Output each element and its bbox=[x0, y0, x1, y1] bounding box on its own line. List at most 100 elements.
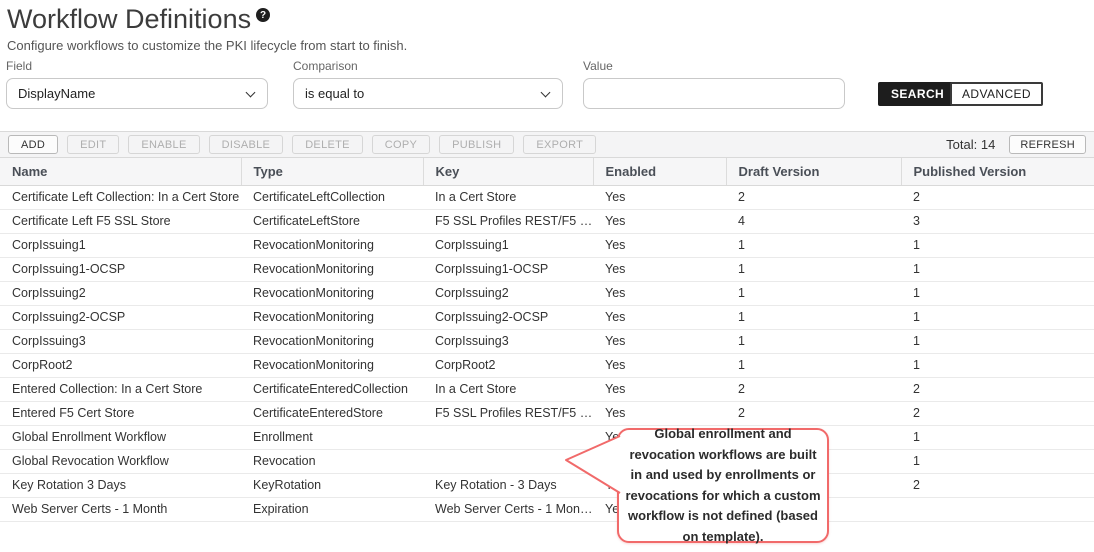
cell-type: RevocationMonitoring bbox=[241, 257, 423, 281]
table-row[interactable]: Global Revocation WorkflowRevocationYes1 bbox=[0, 449, 1094, 473]
table-row[interactable]: CorpRoot2RevocationMonitoringCorpRoot2Ye… bbox=[0, 353, 1094, 377]
cell-type: Enrollment bbox=[241, 425, 423, 449]
cell-key: CorpIssuing2 bbox=[423, 281, 593, 305]
table-row[interactable]: Web Server Certs - 1 MonthExpirationWeb … bbox=[0, 497, 1094, 521]
cell-type: Expiration bbox=[241, 497, 423, 521]
annotation-callout: Global enrollment and revocation workflo… bbox=[617, 428, 829, 543]
cell-published-version: 1 bbox=[901, 257, 1094, 281]
cell-name: Global Revocation Workflow bbox=[0, 449, 241, 473]
cell-enabled: Yes bbox=[593, 209, 726, 233]
cell-type: RevocationMonitoring bbox=[241, 353, 423, 377]
cell-type: CertificateLeftStore bbox=[241, 209, 423, 233]
advanced-button[interactable]: ADVANCED bbox=[950, 82, 1043, 106]
search-button[interactable]: SEARCH bbox=[878, 82, 957, 106]
cell-published-version: 1 bbox=[901, 353, 1094, 377]
cell-type: RevocationMonitoring bbox=[241, 305, 423, 329]
cell-published-version bbox=[901, 497, 1094, 521]
cell-key: In a Cert Store bbox=[423, 377, 593, 401]
callout-arrow bbox=[556, 429, 622, 499]
table-row[interactable]: CorpIssuing3RevocationMonitoringCorpIssu… bbox=[0, 329, 1094, 353]
cell-key: Web Server Certs - 1 Month … bbox=[423, 497, 593, 521]
table-row[interactable]: CorpIssuing2RevocationMonitoringCorpIssu… bbox=[0, 281, 1094, 305]
column-header-name[interactable]: Name bbox=[0, 158, 241, 185]
cell-name: Web Server Certs - 1 Month bbox=[0, 497, 241, 521]
cell-type: RevocationMonitoring bbox=[241, 281, 423, 305]
page-subtitle: Configure workflows to customize the PKI… bbox=[7, 38, 1094, 53]
column-header-type[interactable]: Type bbox=[241, 158, 423, 185]
toolbar-button-add[interactable]: ADD bbox=[8, 135, 58, 154]
cell-name: CorpIssuing1 bbox=[0, 233, 241, 257]
cell-name: Entered Collection: In a Cert Store bbox=[0, 377, 241, 401]
cell-published-version: 1 bbox=[901, 425, 1094, 449]
cell-draft-version: 1 bbox=[726, 257, 901, 281]
toolbar-button-export: EXPORT bbox=[523, 135, 596, 154]
table-row[interactable]: Certificate Left F5 SSL StoreCertificate… bbox=[0, 209, 1094, 233]
toolbar-button-disable: DISABLE bbox=[209, 135, 284, 154]
cell-published-version: 1 bbox=[901, 233, 1094, 257]
value-input[interactable] bbox=[583, 78, 845, 109]
cell-type: RevocationMonitoring bbox=[241, 329, 423, 353]
cell-draft-version: 1 bbox=[726, 353, 901, 377]
cell-name: CorpIssuing2 bbox=[0, 281, 241, 305]
cell-draft-version: 2 bbox=[726, 401, 901, 425]
cell-name: Key Rotation 3 Days bbox=[0, 473, 241, 497]
column-header-enabled[interactable]: Enabled bbox=[593, 158, 726, 185]
column-header-draft-version[interactable]: Draft Version bbox=[726, 158, 901, 185]
cell-enabled: Yes bbox=[593, 353, 726, 377]
refresh-button[interactable]: REFRESH bbox=[1009, 135, 1086, 154]
cell-key: CorpIssuing1-OCSP bbox=[423, 257, 593, 281]
toolbar-button-delete: DELETE bbox=[292, 135, 363, 154]
cell-draft-version: 1 bbox=[726, 329, 901, 353]
cell-enabled: Yes bbox=[593, 185, 726, 209]
table-row[interactable]: CorpIssuing1RevocationMonitoringCorpIssu… bbox=[0, 233, 1094, 257]
table-row[interactable]: Certificate Left Collection: In a Cert S… bbox=[0, 185, 1094, 209]
table-row[interactable]: Entered F5 Cert StoreCertificateEnteredS… bbox=[0, 401, 1094, 425]
cell-draft-version: 2 bbox=[726, 377, 901, 401]
cell-type: CertificateEnteredCollection bbox=[241, 377, 423, 401]
table-body: Certificate Left Collection: In a Cert S… bbox=[0, 185, 1094, 521]
cell-key: CorpRoot2 bbox=[423, 353, 593, 377]
cell-name: Certificate Left F5 SSL Store bbox=[0, 209, 241, 233]
page-header: Workflow Definitions ? Configure workflo… bbox=[0, 0, 1094, 53]
cell-type: Revocation bbox=[241, 449, 423, 473]
cell-key: CorpIssuing3 bbox=[423, 329, 593, 353]
field-label: Field bbox=[6, 59, 268, 73]
cell-type: RevocationMonitoring bbox=[241, 233, 423, 257]
cell-draft-version: 1 bbox=[726, 281, 901, 305]
cell-name: CorpIssuing2-OCSP bbox=[0, 305, 241, 329]
cell-name: Global Enrollment Workflow bbox=[0, 425, 241, 449]
table-row[interactable]: Entered Collection: In a Cert StoreCerti… bbox=[0, 377, 1094, 401]
cell-enabled: Yes bbox=[593, 377, 726, 401]
column-header-published-version[interactable]: Published Version bbox=[901, 158, 1094, 185]
grid-toolbar: ADDEDITENABLEDISABLEDELETECOPYPUBLISHEXP… bbox=[0, 131, 1094, 158]
comparison-select-value: is equal to bbox=[305, 86, 364, 101]
cell-published-version: 1 bbox=[901, 329, 1094, 353]
comparison-select[interactable]: is equal to bbox=[293, 78, 563, 109]
cell-draft-version: 4 bbox=[726, 209, 901, 233]
cell-name: Certificate Left Collection: In a Cert S… bbox=[0, 185, 241, 209]
cell-name: Entered F5 Cert Store bbox=[0, 401, 241, 425]
cell-published-version: 2 bbox=[901, 473, 1094, 497]
callout-text: Global enrollment and revocation workflo… bbox=[625, 424, 821, 547]
page-title: Workflow Definitions bbox=[7, 4, 251, 35]
cell-type: CertificateEnteredStore bbox=[241, 401, 423, 425]
column-header-key[interactable]: Key bbox=[423, 158, 593, 185]
cell-published-version: 1 bbox=[901, 449, 1094, 473]
field-select[interactable]: DisplayName bbox=[6, 78, 268, 109]
table-row[interactable]: CorpIssuing1-OCSPRevocationMonitoringCor… bbox=[0, 257, 1094, 281]
cell-draft-version: 1 bbox=[726, 233, 901, 257]
cell-name: CorpIssuing1-OCSP bbox=[0, 257, 241, 281]
table-row[interactable]: Key Rotation 3 DaysKeyRotationKey Rotati… bbox=[0, 473, 1094, 497]
table-row[interactable]: CorpIssuing2-OCSPRevocationMonitoringCor… bbox=[0, 305, 1094, 329]
cell-key: CorpIssuing2-OCSP bbox=[423, 305, 593, 329]
cell-enabled: Yes bbox=[593, 257, 726, 281]
cell-enabled: Yes bbox=[593, 329, 726, 353]
table-row[interactable]: Global Enrollment WorkflowEnrollmentYes1 bbox=[0, 425, 1094, 449]
cell-enabled: Yes bbox=[593, 233, 726, 257]
toolbar-button-edit: EDIT bbox=[67, 135, 119, 154]
value-label: Value bbox=[583, 59, 845, 73]
cell-enabled: Yes bbox=[593, 281, 726, 305]
help-icon[interactable]: ? bbox=[256, 8, 270, 22]
cell-published-version: 2 bbox=[901, 185, 1094, 209]
workflow-table: Name Type Key Enabled Draft Version Publ… bbox=[0, 158, 1094, 522]
